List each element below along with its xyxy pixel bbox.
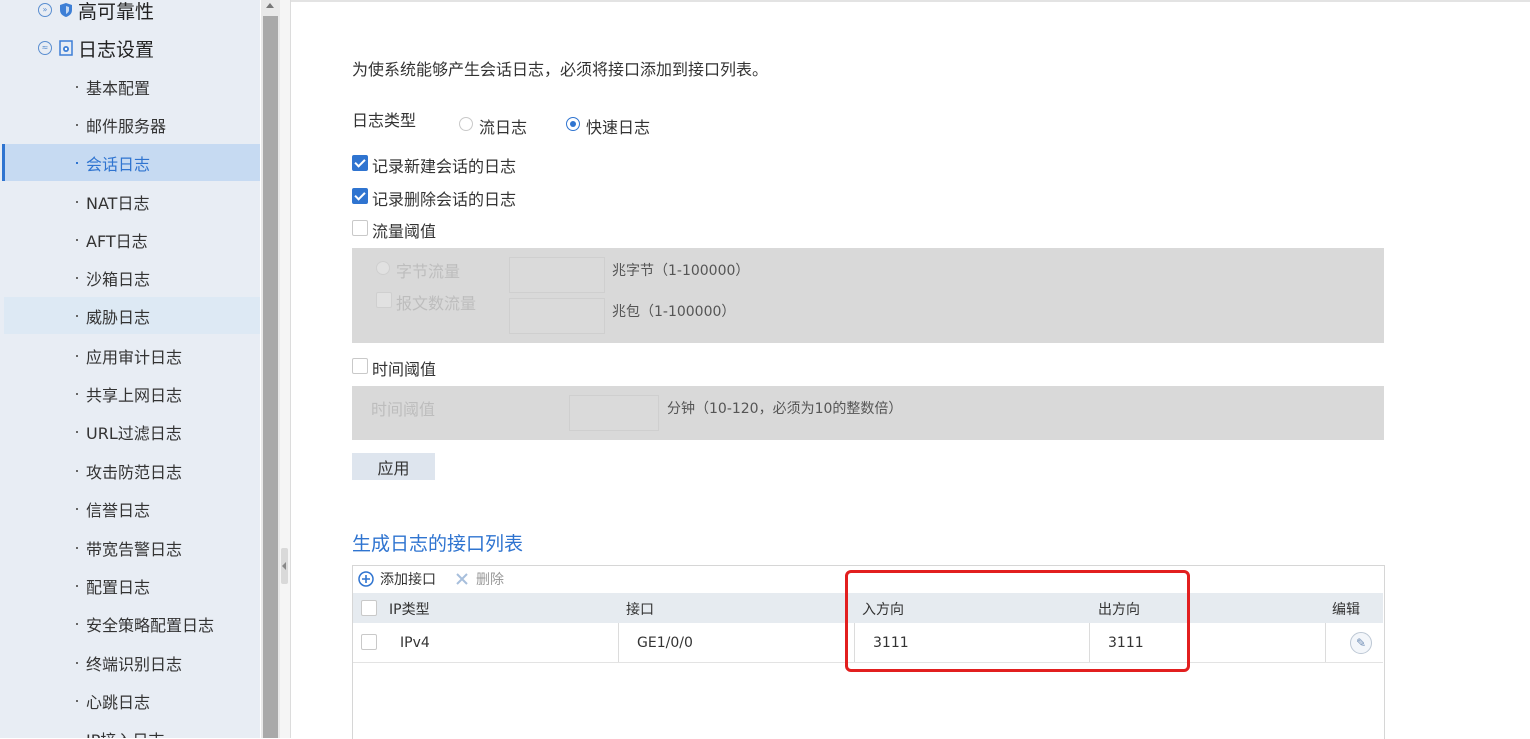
sidebar-item-shared-access-log[interactable]: 共享上网日志 [4, 375, 260, 412]
sidebar-item-label: 配置日志 [86, 577, 151, 597]
add-circle-icon [358, 571, 374, 587]
log-settings-icon [59, 40, 73, 56]
packet-flow-input [509, 298, 605, 334]
packet-flow-hint: 兆包（1-100000） [612, 304, 736, 320]
scrollbar-thumb[interactable] [263, 16, 278, 738]
nav-group-log-settings[interactable]: ≈ 日志设置 [38, 36, 155, 61]
sidebar-item-ip-access-log[interactable]: IP接入日志 [4, 720, 260, 738]
sidebar-item-label: AFT日志 [86, 231, 148, 251]
sidebar-item-app-audit-log[interactable]: 应用审计日志 [4, 337, 260, 374]
radio-fast-log[interactable] [566, 117, 580, 131]
sidebar-item-nat-log[interactable]: NAT日志 [4, 183, 260, 220]
traffic-threshold-panel: 字节流量 报文数流量 兆字节（1-100000） 兆包（1-100000） [352, 248, 1384, 343]
highlight-annotation-box [845, 570, 1190, 672]
sidebar-item-reputation-log[interactable]: 信誉日志 [4, 490, 260, 527]
sidebar-item-label: NAT日志 [86, 193, 150, 213]
radio-flow-log[interactable] [459, 117, 473, 131]
sidebar-item-label: 终端识别日志 [86, 654, 183, 674]
sidebar-item-config-log[interactable]: 配置日志 [4, 567, 260, 604]
packet-flow-checkbox [376, 292, 392, 308]
column-divider [1325, 623, 1326, 662]
record-new-session-checkbox[interactable] [352, 155, 368, 171]
interface-list-title: 生成日志的接口列表 [352, 533, 524, 555]
collapse-handle-icon[interactable] [281, 548, 288, 584]
sidebar-item-mail-server[interactable]: 邮件服务器 [4, 106, 260, 143]
sidebar-item-terminal-id-log[interactable]: 终端识别日志 [4, 644, 260, 681]
sidebar-item-bandwidth-alarm-log[interactable]: 带宽告警日志 [4, 529, 260, 566]
select-all-checkbox[interactable] [361, 600, 377, 616]
time-threshold-checkbox[interactable] [352, 358, 368, 374]
cell-ip-type: IPv4 [400, 635, 430, 651]
time-threshold-panel: 时间阈值 分钟（10-120，必须为10的整数倍） [352, 386, 1384, 440]
byte-flow-input [509, 257, 605, 293]
apply-button[interactable]: 应用 [352, 453, 435, 480]
record-delete-session-label[interactable]: 记录删除会话的日志 [372, 186, 516, 210]
traffic-threshold-label[interactable]: 流量阈值 [372, 218, 436, 242]
sidebar-item-label: 基本配置 [86, 78, 151, 98]
page-description: 为使系统能够产生会话日志，必须将接口添加到接口列表。 [352, 60, 769, 79]
nav-group-label: 日志设置 [78, 38, 155, 61]
expand-circle-icon[interactable]: » [38, 3, 52, 17]
sidebar-item-session-log[interactable]: 会话日志 [2, 144, 260, 181]
sidebar-item-label: 邮件服务器 [86, 116, 167, 136]
add-interface-button[interactable]: 添加接口 [358, 569, 436, 589]
sidebar: » 高可靠性 ≈ 日志设置 基本配置 邮件服务器 会话日志 NAT日志 AFT日… [0, 0, 260, 738]
scroll-up-arrow-icon[interactable] [266, 3, 274, 8]
radio-fast-log-label[interactable]: 快速日志 [586, 114, 650, 138]
sidebar-item-label: 心跳日志 [86, 692, 151, 712]
sidebar-item-label: 会话日志 [86, 154, 151, 174]
sidebar-item-sandbox-log[interactable]: 沙箱日志 [4, 259, 260, 296]
sidebar-item-aft-log[interactable]: AFT日志 [4, 221, 260, 258]
edit-pencil-icon[interactable]: ✎ [1350, 632, 1372, 654]
sidebar-item-label: 安全策略配置日志 [86, 615, 215, 635]
row-checkbox[interactable] [361, 634, 377, 650]
add-interface-label: 添加接口 [380, 572, 436, 588]
sidebar-item-attack-defense-log[interactable]: 攻击防范日志 [4, 452, 260, 489]
sidebar-item-label: 带宽告警日志 [86, 539, 183, 559]
traffic-threshold-checkbox[interactable] [352, 220, 368, 236]
time-threshold-inner-label: 时间阈值 [371, 400, 436, 419]
sidebar-item-label: 共享上网日志 [86, 385, 183, 405]
delete-label: 删除 [476, 572, 504, 588]
record-new-session-label[interactable]: 记录新建会话的日志 [372, 153, 516, 177]
column-divider [618, 623, 619, 662]
header-edit: 编辑 [1332, 602, 1360, 618]
main-top-border [291, 0, 1530, 2]
sidebar-item-label: 信誉日志 [86, 500, 151, 520]
sidebar-item-label: 威胁日志 [86, 307, 151, 327]
header-ip-type[interactable]: IP类型 [389, 599, 430, 619]
header-interface[interactable]: 接口 [626, 599, 654, 619]
sidebar-scrollbar[interactable] [261, 0, 280, 738]
delete-x-icon [456, 573, 468, 585]
sidebar-item-threat-log[interactable]: 威胁日志 [4, 297, 260, 334]
radio-flow-log-label[interactable]: 流日志 [479, 114, 527, 138]
nav-group-label: 高可靠性 [78, 0, 155, 23]
sidebar-item-basic-config[interactable]: 基本配置 [4, 68, 260, 105]
cell-interface: GE1/0/0 [637, 635, 693, 651]
sidebar-item-url-filter-log[interactable]: URL过滤日志 [4, 413, 260, 450]
log-type-label: 日志类型 [352, 111, 417, 130]
time-threshold-label[interactable]: 时间阈值 [372, 356, 436, 380]
sidebar-item-label: 应用审计日志 [86, 347, 183, 367]
sidebar-item-heartbeat-log[interactable]: 心跳日志 [4, 682, 260, 719]
record-delete-session-checkbox[interactable] [352, 188, 368, 204]
time-threshold-input [569, 395, 659, 431]
byte-flow-hint: 兆字节（1-100000） [612, 263, 750, 279]
delete-button[interactable]: 删除 [455, 569, 504, 589]
time-threshold-hint: 分钟（10-120，必须为10的整数倍） [667, 401, 903, 417]
byte-flow-label: 字节流量 [396, 262, 461, 281]
sidebar-item-label: URL过滤日志 [86, 423, 182, 443]
sidebar-item-label: 攻击防范日志 [86, 462, 183, 482]
shield-icon [60, 3, 72, 17]
sidebar-item-security-policy-config-log[interactable]: 安全策略配置日志 [4, 605, 260, 642]
packet-flow-label: 报文数流量 [396, 294, 477, 313]
nav-group-high-availability[interactable]: » 高可靠性 [38, 0, 155, 23]
sidebar-item-label: 沙箱日志 [86, 269, 151, 289]
byte-flow-radio [376, 261, 390, 275]
panel-splitter[interactable] [280, 0, 291, 738]
sidebar-item-label: IP接入日志 [86, 727, 164, 739]
collapse-circle-icon[interactable]: ≈ [38, 41, 52, 55]
